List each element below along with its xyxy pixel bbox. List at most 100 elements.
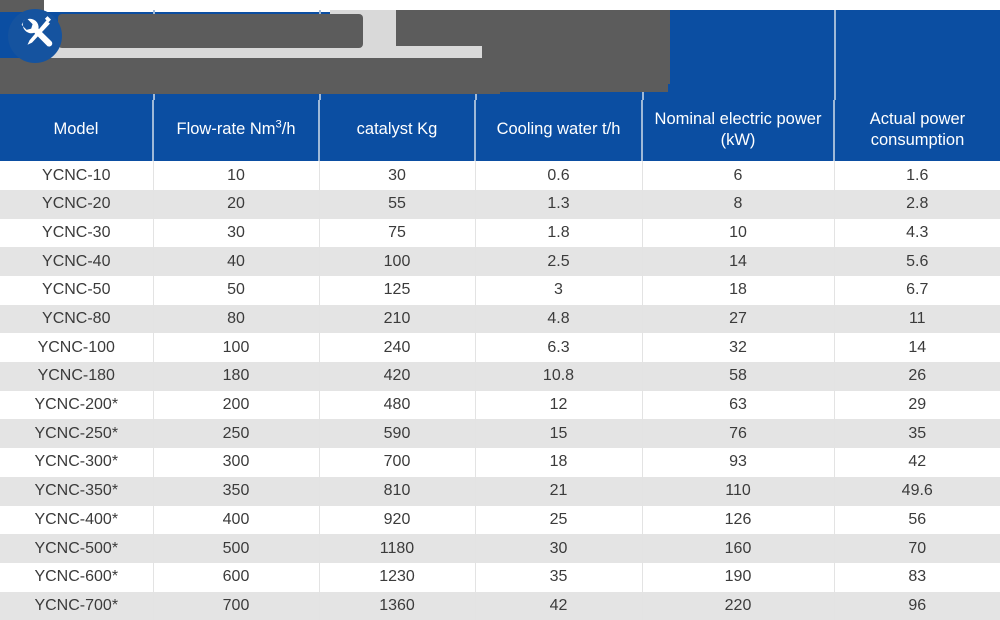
cell-catalyst: 590 — [319, 419, 476, 449]
cell-nominal-power: 32 — [642, 333, 835, 363]
cell-catalyst: 1230 — [319, 562, 476, 592]
cell-flow-rate: 80 — [153, 304, 320, 334]
cell-nominal-power: 126 — [642, 505, 835, 535]
cell-actual-power: 2.8 — [834, 189, 1000, 219]
cell-actual-power: 42 — [834, 448, 1000, 477]
cell-flow-rate: 50 — [153, 276, 320, 305]
cell-catalyst: 420 — [319, 362, 476, 391]
column-separator-5 — [834, 10, 836, 100]
cell-cooling-water: 42 — [475, 591, 643, 620]
cell-actual-power: 70 — [834, 534, 1000, 563]
cell-nominal-power: 160 — [642, 534, 835, 563]
table-row: YCNC-600* 600 1230 35 190 83 — [0, 562, 1000, 592]
column-header-catalyst[interactable]: catalyst Kg — [319, 100, 476, 162]
cell-cooling-water: 4.8 — [475, 304, 643, 334]
cell-model: YCNC-30 — [0, 218, 154, 248]
cell-cooling-water: 15 — [475, 419, 643, 449]
cell-model: YCNC-250* — [0, 419, 154, 449]
cell-nominal-power: 220 — [642, 591, 835, 620]
cell-flow-rate: 200 — [153, 390, 320, 420]
cell-cooling-water: 3 — [475, 276, 643, 305]
table-row: YCNC-180 180 420 10.8 58 26 — [0, 362, 1000, 391]
cell-actual-power: 49.6 — [834, 476, 1000, 506]
cell-model: YCNC-400* — [0, 505, 154, 535]
cell-flow-rate: 700 — [153, 591, 320, 620]
masthead-banner — [0, 0, 1000, 100]
cell-flow-rate: 400 — [153, 505, 320, 535]
cell-cooling-water: 18 — [475, 448, 643, 477]
cell-model: YCNC-40 — [0, 247, 154, 276]
cell-model: YCNC-300* — [0, 448, 154, 477]
cell-catalyst: 480 — [319, 390, 476, 420]
cell-cooling-water: 12 — [475, 390, 643, 420]
table-row: YCNC-40 40 100 2.5 14 5.6 — [0, 247, 1000, 276]
cell-nominal-power: 110 — [642, 476, 835, 506]
table-row: YCNC-80 80 210 4.8 27 11 — [0, 304, 1000, 334]
table-header-row: Model Flow-rate Nm3/h catalyst Kg Coolin… — [0, 100, 1000, 162]
cell-model: YCNC-500* — [0, 534, 154, 563]
cell-model: YCNC-700* — [0, 591, 154, 620]
cell-flow-rate: 30 — [153, 218, 320, 248]
cell-catalyst: 100 — [319, 247, 476, 276]
column-header-cooling-water[interactable]: Cooling water t/h — [475, 100, 643, 162]
cell-actual-power: 4.3 — [834, 218, 1000, 248]
table-row: YCNC-50 50 125 3 18 6.7 — [0, 276, 1000, 305]
cell-flow-rate: 250 — [153, 419, 320, 449]
cell-actual-power: 35 — [834, 419, 1000, 449]
cell-flow-rate: 300 — [153, 448, 320, 477]
cell-catalyst: 1180 — [319, 534, 476, 563]
cell-actual-power: 14 — [834, 333, 1000, 363]
cell-cooling-water: 21 — [475, 476, 643, 506]
cell-nominal-power: 8 — [642, 189, 835, 219]
column-header-actual-power-consumption[interactable]: Actual power consumption — [834, 100, 1000, 162]
cell-model: YCNC-200* — [0, 390, 154, 420]
cell-actual-power: 1.6 — [834, 161, 1000, 190]
table-row: YCNC-700* 700 1360 42 220 96 — [0, 591, 1000, 620]
cell-cooling-water: 6.3 — [475, 333, 643, 363]
cell-cooling-water: 2.5 — [475, 247, 643, 276]
cell-nominal-power: 93 — [642, 448, 835, 477]
cell-cooling-water: 1.8 — [475, 218, 643, 248]
cell-catalyst: 240 — [319, 333, 476, 363]
cell-actual-power: 11 — [834, 304, 1000, 334]
cell-nominal-power: 63 — [642, 390, 835, 420]
table-row: YCNC-350* 350 810 21 110 49.6 — [0, 476, 1000, 506]
cell-nominal-power: 10 — [642, 218, 835, 248]
column-header-flow-rate[interactable]: Flow-rate Nm3/h — [153, 100, 320, 162]
cell-model: YCNC-10 — [0, 161, 154, 190]
column-header-flow-rate-label: Flow-rate Nm — [176, 120, 276, 139]
cell-actual-power: 26 — [834, 362, 1000, 391]
table-row: YCNC-100 100 240 6.3 32 14 — [0, 333, 1000, 363]
table-header: Model Flow-rate Nm3/h catalyst Kg Coolin… — [0, 100, 1000, 162]
table-row: YCNC-300* 300 700 18 93 42 — [0, 448, 1000, 477]
redaction-block-dark-4 — [0, 86, 500, 94]
cell-model: YCNC-600* — [0, 562, 154, 592]
column-header-flow-rate-tail: /h — [281, 120, 296, 139]
column-header-model[interactable]: Model — [0, 100, 154, 162]
cell-nominal-power: 14 — [642, 247, 835, 276]
cell-nominal-power: 6 — [642, 161, 835, 190]
cell-actual-power: 6.7 — [834, 276, 1000, 305]
cell-nominal-power: 27 — [642, 304, 835, 334]
tools-icon — [8, 9, 62, 63]
cell-flow-rate: 100 — [153, 333, 320, 363]
table-row: YCNC-10 10 30 0.6 6 1.6 — [0, 161, 1000, 190]
cell-actual-power: 96 — [834, 591, 1000, 620]
cell-nominal-power: 18 — [642, 276, 835, 305]
table-body: YCNC-10 10 30 0.6 6 1.6 YCNC-20 20 55 1.3 8 2.8 YCNC… — [0, 161, 1000, 620]
cell-model: YCNC-80 — [0, 304, 154, 334]
redaction-block-dark-2 — [58, 14, 363, 48]
cell-actual-power: 83 — [834, 562, 1000, 592]
cell-cooling-water: 30 — [475, 534, 643, 563]
cell-flow-rate: 500 — [153, 534, 320, 563]
specification-table: Model Flow-rate Nm3/h catalyst Kg Coolin… — [0, 100, 1000, 620]
cell-catalyst: 1360 — [319, 591, 476, 620]
table-row: YCNC-200* 200 480 12 63 29 — [0, 390, 1000, 420]
table-row: YCNC-30 30 75 1.8 10 4.3 — [0, 218, 1000, 248]
cell-model: YCNC-100 — [0, 333, 154, 363]
cell-nominal-power: 190 — [642, 562, 835, 592]
column-header-nominal-electric-power[interactable]: Nominal electric power (kW) — [642, 100, 835, 162]
cell-catalyst: 30 — [319, 161, 476, 190]
cell-flow-rate: 600 — [153, 562, 320, 592]
cell-actual-power: 56 — [834, 505, 1000, 535]
